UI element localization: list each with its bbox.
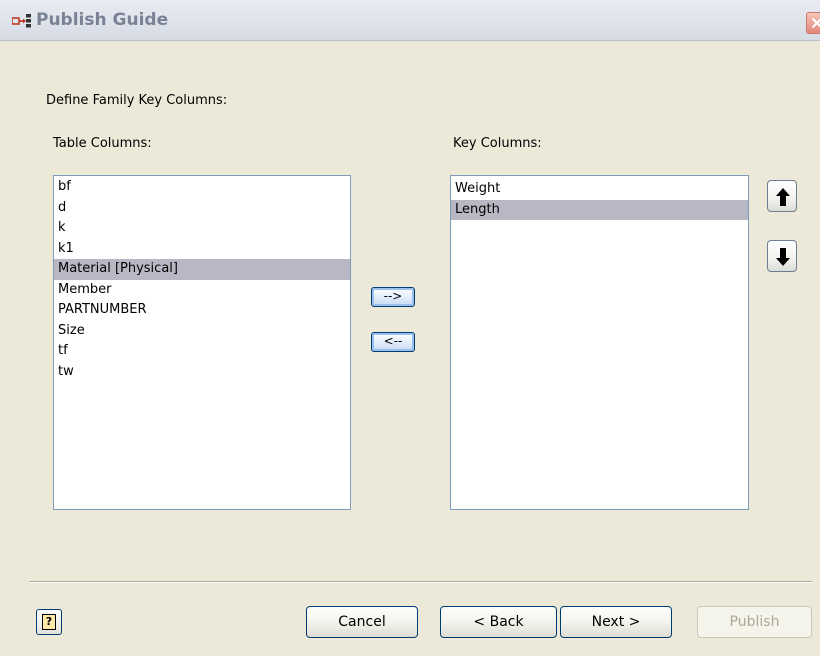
title-bar: Publish Guide xyxy=(0,0,820,41)
help-icon: ? xyxy=(42,614,56,630)
table-columns-list[interactable]: bf d k k1 Material [Physical] Member PAR… xyxy=(53,175,351,510)
publish-guide-icon xyxy=(11,14,32,28)
list-item-selected[interactable]: Material [Physical] xyxy=(54,259,350,280)
remove-column-button[interactable]: <-- xyxy=(371,332,415,352)
close-button[interactable] xyxy=(806,12,820,34)
list-item[interactable]: Member xyxy=(54,280,350,301)
table-columns-label: Table Columns: xyxy=(53,136,152,151)
move-down-button[interactable] xyxy=(767,240,797,272)
footer-separator xyxy=(30,581,812,583)
list-item[interactable]: tw xyxy=(54,362,350,383)
list-item-selected[interactable]: Length xyxy=(451,199,748,220)
list-item[interactable]: k1 xyxy=(54,239,350,260)
list-item[interactable]: tf xyxy=(54,341,350,362)
section-label: Define Family Key Columns: xyxy=(46,93,228,108)
key-columns-list[interactable]: Weight Length xyxy=(450,175,749,510)
list-item[interactable]: Weight xyxy=(451,179,748,200)
back-button[interactable]: < Back xyxy=(440,606,557,638)
window-title: Publish Guide xyxy=(36,10,169,30)
list-item[interactable]: k xyxy=(54,218,350,239)
publish-button: Publish xyxy=(697,606,812,638)
list-item[interactable]: Size xyxy=(54,321,350,342)
add-column-button[interactable]: --> xyxy=(371,287,415,307)
help-button[interactable]: ? xyxy=(36,609,62,635)
list-item[interactable]: d xyxy=(54,198,350,219)
list-item[interactable]: bf xyxy=(54,177,350,198)
list-item[interactable]: PARTNUMBER xyxy=(54,300,350,321)
key-columns-label: Key Columns: xyxy=(453,136,542,151)
arrow-down-icon xyxy=(776,248,790,266)
next-button[interactable]: Next > xyxy=(560,606,672,638)
close-icon xyxy=(811,17,820,29)
arrow-up-icon xyxy=(776,188,790,206)
cancel-button[interactable]: Cancel xyxy=(306,606,418,638)
move-up-button[interactable] xyxy=(767,180,797,212)
